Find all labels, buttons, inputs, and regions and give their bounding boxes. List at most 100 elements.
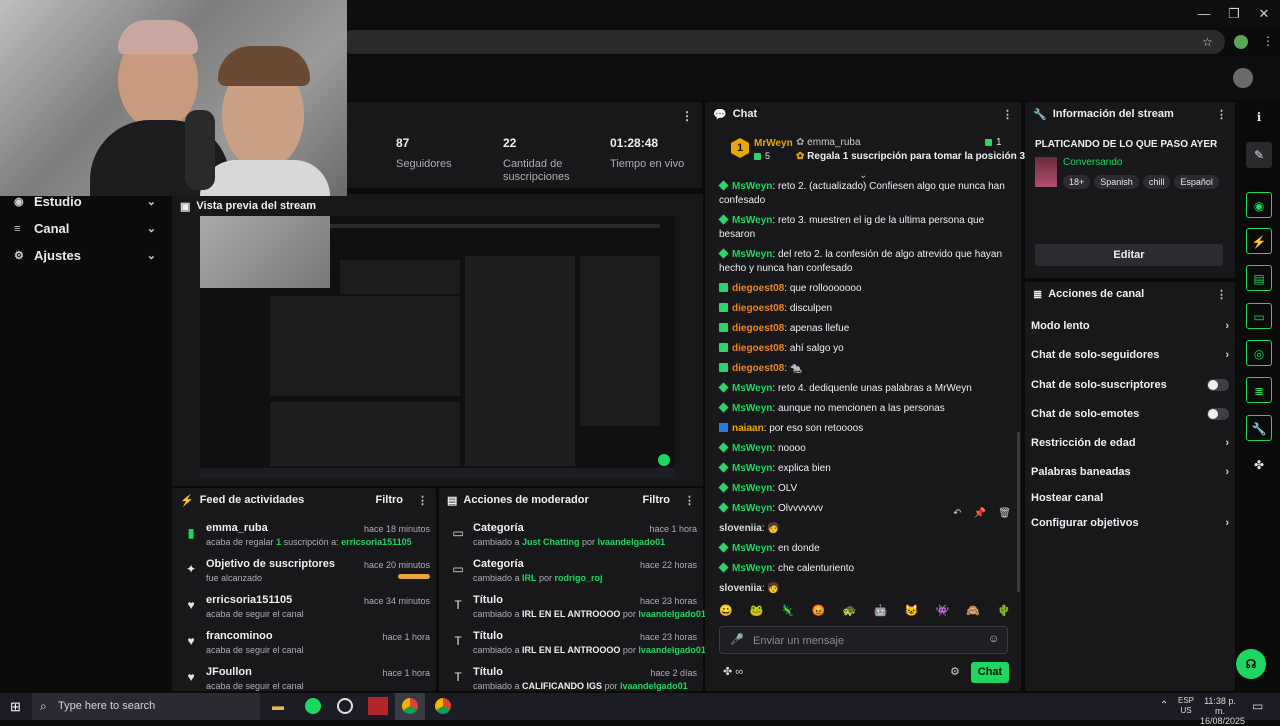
profile-avatar[interactable] bbox=[1234, 35, 1248, 49]
emoji-icon[interactable]: ☺ bbox=[988, 633, 999, 645]
action-configure-goals[interactable]: Configurar objetivos › bbox=[1031, 512, 1229, 534]
chat-message[interactable]: sloveniia: 🧑 bbox=[719, 582, 1009, 596]
stream-preview-video[interactable] bbox=[200, 216, 675, 478]
chat-username[interactable]: MsWeyn bbox=[732, 249, 772, 260]
chat-username[interactable]: MsWeyn bbox=[732, 543, 772, 554]
wrench-icon[interactable]: 🔧 bbox=[1246, 415, 1272, 441]
lightning-icon[interactable]: ⚡ bbox=[1246, 228, 1272, 254]
chat-username[interactable]: MsWeyn bbox=[732, 403, 772, 414]
list-item[interactable]: T Título hace 23 horas cambiado a IRL EN EL… bbox=[447, 592, 706, 626]
chat-username[interactable]: MsWeyn bbox=[732, 443, 772, 454]
microphone-icon[interactable]: 🎤 bbox=[730, 633, 744, 646]
pin-icon[interactable]: 📌 bbox=[974, 508, 986, 526]
windows-start-icon[interactable]: ⊞ bbox=[10, 699, 21, 715]
emote[interactable]: 👾 bbox=[935, 604, 949, 622]
delete-icon[interactable]: 🗑 bbox=[998, 508, 1011, 526]
language-indicator[interactable]: ESP US bbox=[1178, 696, 1194, 716]
emote[interactable]: 🌵 bbox=[997, 604, 1011, 622]
chat-username[interactable]: diegoest08 bbox=[732, 303, 784, 314]
camera-icon[interactable]: ◉ bbox=[1246, 192, 1272, 218]
chat-username[interactable]: MsWeyn bbox=[732, 563, 772, 574]
emote[interactable]: 🐸 bbox=[750, 604, 764, 622]
more-icon[interactable]: ✤ bbox=[1246, 452, 1272, 478]
chat-leaderboard-pin[interactable]: 1 MrWeyn 5 ✿ emma_ruba 1 ✿ Regala 1 susc… bbox=[705, 128, 1025, 176]
tag[interactable]: 18+ bbox=[1063, 175, 1091, 189]
chat-send-button[interactable]: Chat bbox=[971, 662, 1009, 683]
chat-message[interactable]: diegoest08: disculpen bbox=[719, 302, 1009, 316]
chat-username[interactable]: diegoest08 bbox=[732, 363, 784, 374]
tag[interactable]: Español bbox=[1174, 175, 1219, 189]
chat-message[interactable]: MsWeyn: noooo bbox=[718, 442, 1009, 456]
chat-username[interactable]: MsWeyn bbox=[732, 483, 772, 494]
clock[interactable]: 11:38 p. m. 16/08/2025 bbox=[1200, 696, 1245, 726]
chat-message[interactable]: MsWeyn: OLV bbox=[718, 482, 1009, 496]
chat-message[interactable]: diegoest08: apenas llefue bbox=[719, 322, 1009, 336]
voicemeeter-icon[interactable] bbox=[368, 697, 388, 715]
taskbar-search[interactable]: ⌕ Type here to search bbox=[32, 693, 260, 720]
chat-menu-icon[interactable]: ⋮ bbox=[1002, 108, 1013, 121]
chat-message[interactable]: diegoest08: 🐀 bbox=[719, 362, 1009, 376]
stats-menu-icon[interactable]: ⋮ bbox=[681, 109, 693, 123]
tag[interactable]: Spanish bbox=[1094, 175, 1139, 189]
points-icon[interactable]: ✤ ∞ bbox=[723, 665, 743, 678]
file-explorer-icon[interactable]: ▬ bbox=[272, 699, 284, 713]
chat-message[interactable]: MsWeyn: reto 2. (actualizado) Confiesen … bbox=[718, 180, 1009, 208]
toggle-switch[interactable] bbox=[1207, 408, 1229, 420]
emote[interactable]: 🙈 bbox=[966, 604, 980, 622]
emote[interactable]: 🐢 bbox=[843, 604, 857, 622]
chat-message[interactable]: MsWeyn: aunque no mencionen a las person… bbox=[718, 402, 1009, 416]
emote[interactable]: 😡 bbox=[812, 604, 826, 622]
chat-username[interactable]: sloveniia bbox=[719, 583, 762, 594]
emote[interactable]: 😀 bbox=[719, 604, 733, 622]
action-emotes-only[interactable]: Chat de solo-emotes bbox=[1031, 403, 1229, 425]
list-item[interactable]: ♥ francominoo hace 1 hora acaba de seguir e… bbox=[180, 628, 430, 662]
chat-username[interactable]: MsWeyn bbox=[732, 463, 772, 474]
chat-username[interactable]: diegoest08 bbox=[732, 283, 784, 294]
edit-button[interactable]: Editar bbox=[1035, 244, 1223, 266]
toggle-switch[interactable] bbox=[1207, 379, 1229, 391]
chat-message[interactable]: diegoest08: que rollooooooo bbox=[719, 282, 1009, 296]
action-slow-mode[interactable]: Modo lento › bbox=[1031, 315, 1229, 337]
list-item[interactable]: T Título hace 23 horas cambiado a IRL EN EL… bbox=[447, 628, 706, 662]
chat-message[interactable]: MsWeyn: che calenturiento bbox=[718, 562, 1009, 576]
chat-message-input[interactable]: 🎤 Enviar un mensaje ☺ bbox=[719, 626, 1008, 654]
mod-menu-icon[interactable]: ⋮ bbox=[684, 494, 695, 507]
chat-bubble-icon[interactable]: ▭ bbox=[1246, 303, 1272, 329]
list-item[interactable]: ▭ Categoría hace 22 horas cambiado a IRL po… bbox=[447, 556, 697, 590]
tray-chevron-icon[interactable]: ⌃ bbox=[1160, 700, 1168, 711]
chat-username[interactable]: sloveniia bbox=[719, 523, 762, 534]
chat-settings-gear-icon[interactable]: ⚙ bbox=[950, 665, 960, 678]
reply-icon[interactable]: ↶ bbox=[953, 508, 961, 526]
feed-menu-icon[interactable]: ⋮ bbox=[417, 494, 428, 507]
chrome-icon[interactable] bbox=[435, 698, 451, 714]
user-avatar[interactable] bbox=[1233, 68, 1253, 88]
chrome-active-icon[interactable] bbox=[395, 693, 425, 720]
chat-username[interactable]: MsWeyn bbox=[732, 215, 772, 226]
obs-icon[interactable] bbox=[337, 698, 353, 714]
sidebar-item-canal[interactable]: ≡ Canal ⌄ bbox=[0, 215, 170, 242]
list-item[interactable]: ♥ erricsoria151105 hace 34 minutos acaba de… bbox=[180, 592, 430, 626]
chat-message[interactable]: MsWeyn: reto 4. dediquenle unas palabras… bbox=[718, 382, 1009, 396]
address-bar[interactable] bbox=[340, 30, 1225, 54]
list-item[interactable]: ♥ JFoullon hace 1 hora acaba de seguir el c… bbox=[180, 664, 430, 691]
emote[interactable]: 😺 bbox=[905, 604, 919, 622]
chat-username[interactable]: naiaan bbox=[732, 423, 764, 434]
sliders-icon[interactable]: ≣ bbox=[1246, 377, 1272, 403]
chat-message[interactable]: MsWeyn: explica bien bbox=[718, 462, 1009, 476]
chat-message[interactable]: naiaan: por eso son retoooos bbox=[719, 422, 1009, 436]
chat-message[interactable]: MsWeyn: del reto 2. la confesión de algo… bbox=[718, 248, 1009, 276]
spotify-icon[interactable] bbox=[305, 698, 321, 714]
action-followers-only[interactable]: Chat de solo-seguidores › bbox=[1031, 344, 1229, 366]
bookmark-star-icon[interactable]: ☆ bbox=[1202, 35, 1213, 49]
list-item[interactable]: ▮ emma_ruba hace 18 minutos acaba de regala… bbox=[180, 520, 430, 554]
list-item[interactable]: ▭ Categoría hace 1 hora cambiado a Just Cha… bbox=[447, 520, 697, 554]
category-name[interactable]: Conversando bbox=[1063, 157, 1122, 168]
action-banned-words[interactable]: Palabras baneadas › bbox=[1031, 461, 1229, 483]
document-icon[interactable]: ▤ bbox=[1246, 265, 1272, 291]
notification-icon[interactable]: ▭ bbox=[1252, 699, 1263, 713]
info-icon[interactable]: ℹ bbox=[1246, 104, 1272, 130]
emote[interactable]: 🤖 bbox=[874, 604, 888, 622]
chat-username[interactable]: MsWeyn bbox=[732, 181, 772, 192]
chat-username[interactable]: MsWeyn bbox=[732, 503, 772, 514]
pencil-icon[interactable]: ✎ bbox=[1246, 142, 1272, 168]
